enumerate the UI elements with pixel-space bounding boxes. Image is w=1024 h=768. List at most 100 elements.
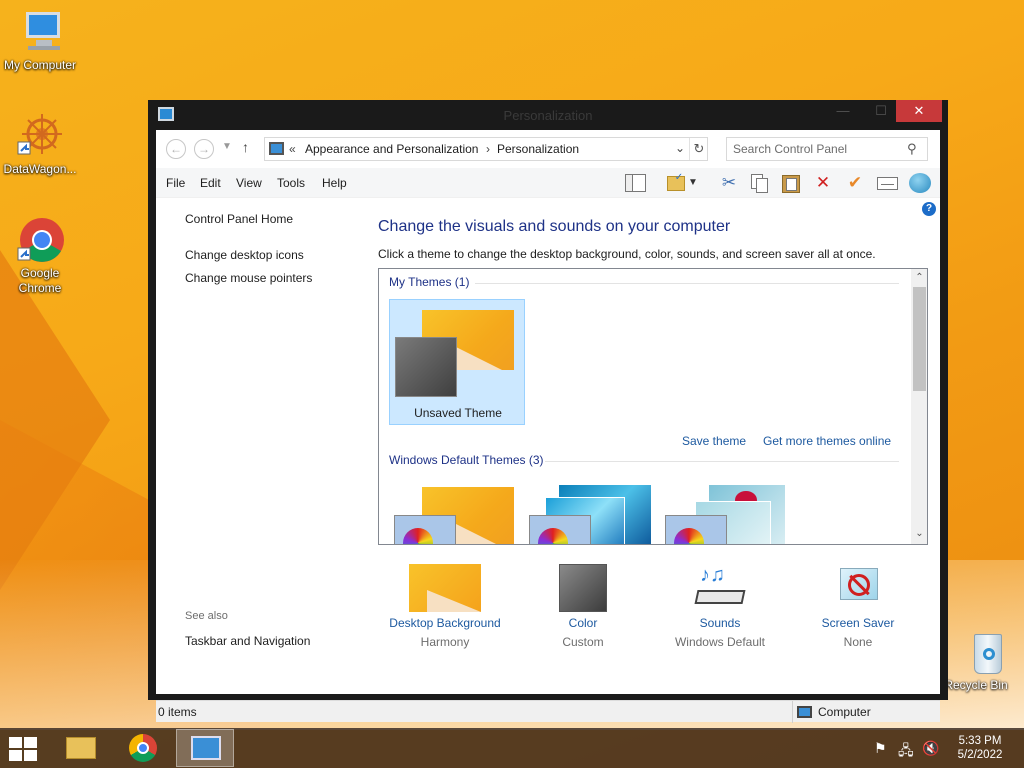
desktop-wallpaper-shape	[0, 250, 110, 590]
menu-edit[interactable]: Edit	[200, 176, 221, 190]
search-box[interactable]: ⚲	[726, 137, 928, 161]
up-button[interactable]: ↑	[242, 139, 249, 155]
breadcrumb-separator[interactable]: ›	[486, 142, 490, 156]
title-bar[interactable]: Personalization — ☐ ✕	[148, 100, 948, 130]
check-icon[interactable]: ✔	[842, 171, 868, 195]
control-panel-icon	[269, 142, 284, 155]
theme-tile-flowers[interactable]	[665, 485, 790, 544]
themes-list[interactable]: My Themes (1) Unsaved Theme Save theme G…	[378, 268, 928, 545]
cut-icon[interactable]: ✂	[716, 171, 742, 195]
folder-options-dropdown-icon[interactable]: ▼	[686, 171, 700, 195]
color-link[interactable]: Color	[518, 616, 648, 630]
datawagon-icon	[16, 112, 64, 160]
chrome-icon	[16, 216, 64, 264]
search-input[interactable]	[733, 142, 903, 156]
window-client-area: ← → ▼ ↑ « Appearance and Personalization…	[156, 130, 940, 723]
color-setting[interactable]: Color Custom	[518, 564, 648, 649]
scroll-down-icon[interactable]: ⌄	[911, 528, 927, 539]
link-control-panel-home[interactable]: Control Panel Home	[185, 212, 293, 226]
menu-help[interactable]: Help	[322, 176, 347, 190]
back-button[interactable]: ←	[166, 139, 186, 159]
volume-muted-icon[interactable]: 🔇	[922, 740, 939, 757]
refresh-button[interactable]: ↻	[689, 138, 708, 160]
status-bar: 0 items Computer	[156, 700, 940, 723]
screen-saver-link[interactable]: Screen Saver	[793, 616, 923, 630]
color-value: Custom	[562, 635, 604, 649]
desktop-icon-google-chrome[interactable]: Google Chrome	[0, 216, 80, 296]
address-row: ← → ▼ ↑ « Appearance and Personalization…	[156, 130, 940, 168]
sounds-setting[interactable]: ♪♫ Sounds Windows Default	[655, 564, 785, 649]
globe-icon[interactable]	[906, 171, 932, 195]
system-clock[interactable]: 5:33 PM 5/2/2022	[948, 734, 1012, 762]
computer-icon	[797, 706, 812, 718]
left-navigation-pane: Control Panel Home Change desktop icons …	[156, 198, 366, 666]
taskbar-control-panel[interactable]	[176, 729, 234, 767]
desktop-background-link[interactable]: Desktop Background	[380, 616, 510, 630]
desktop-icon-my-computer[interactable]: My Computer	[0, 8, 80, 73]
section-divider	[545, 461, 899, 462]
computer-icon	[16, 8, 64, 56]
theme-settings-bar: Desktop Background Harmony Color Custom …	[378, 564, 928, 664]
breadcrumb-overflow[interactable]: «	[289, 142, 296, 156]
menu-tools[interactable]: Tools	[277, 176, 305, 190]
paste-icon[interactable]	[778, 171, 804, 195]
theme-tile-lines-colors[interactable]	[529, 485, 654, 544]
sounds-icon: ♪♫	[692, 564, 748, 612]
taskbar-chrome[interactable]	[114, 729, 172, 767]
breadcrumb-personalization[interactable]: Personalization	[497, 142, 579, 156]
search-icon[interactable]: ⚲	[907, 141, 917, 157]
desktop-background-setting[interactable]: Desktop Background Harmony	[380, 564, 510, 649]
scrollbar-thumb[interactable]	[913, 287, 926, 391]
properties-icon[interactable]	[874, 171, 900, 195]
screen-saver-icon	[834, 564, 882, 612]
address-dropdown-icon[interactable]: ⌄	[675, 141, 685, 155]
color-swatch-icon	[559, 564, 607, 612]
see-also-heading: See also	[185, 610, 228, 622]
section-divider	[475, 283, 899, 284]
theme-tile-unsaved[interactable]: Unsaved Theme	[389, 299, 525, 425]
link-taskbar-navigation[interactable]: Taskbar and Navigation	[185, 634, 310, 648]
status-zone-label: Computer	[818, 705, 871, 719]
menu-view[interactable]: View	[236, 176, 262, 190]
theme-tile-label: Unsaved Theme	[414, 406, 502, 420]
recent-locations-button[interactable]: ▼	[222, 141, 232, 152]
network-icon[interactable]: 🖧	[898, 740, 914, 764]
item-count: 0 items	[158, 705, 197, 719]
desktop-background-value: Harmony	[420, 635, 470, 649]
address-bar[interactable]: « Appearance and Personalization › Perso…	[264, 137, 708, 161]
desktop-background-icon	[409, 564, 481, 612]
forward-button[interactable]: →	[194, 139, 214, 159]
link-change-desktop-icons[interactable]: Change desktop icons	[185, 248, 304, 262]
desktop-icon-label: My Computer	[3, 58, 77, 72]
clock-date: 5/2/2022	[957, 749, 1003, 761]
page-description: Click a theme to change the desktop back…	[378, 247, 876, 261]
get-more-themes-link[interactable]: Get more themes online	[763, 434, 891, 448]
screen-saver-setting[interactable]: Screen Saver None	[793, 564, 923, 649]
sounds-value: Windows Default	[674, 635, 766, 649]
layout-icon[interactable]	[622, 171, 648, 195]
taskbar: ⚑ 🖧 🔇 5:33 PM 5/2/2022	[0, 728, 1024, 768]
desktop-icon-label: Google Chrome	[18, 266, 62, 295]
scroll-up-icon[interactable]: ⌃	[911, 272, 927, 283]
page-heading: Change the visuals and sounds on your co…	[378, 218, 731, 235]
recycle-bin-icon	[952, 628, 1002, 676]
save-theme-link[interactable]: Save theme	[682, 434, 746, 448]
start-button[interactable]	[8, 736, 38, 761]
main-content: Change the visuals and sounds on your co…	[378, 198, 940, 666]
taskbar-file-explorer[interactable]	[52, 729, 110, 767]
theme-tile-windows[interactable]	[394, 487, 519, 544]
action-center-flag-icon[interactable]: ⚑	[874, 740, 887, 757]
desktop-icon-datawagon[interactable]: DataWagon...	[0, 112, 80, 177]
breadcrumb-appearance[interactable]: Appearance and Personalization	[305, 142, 478, 156]
status-zone: Computer	[792, 701, 940, 723]
copy-icon[interactable]	[746, 171, 772, 195]
desktop-icon-recycle-bin[interactable]: Recycle Bin	[936, 628, 1016, 693]
close-button[interactable]: ✕	[896, 100, 942, 122]
link-change-mouse-pointers[interactable]: Change mouse pointers	[185, 271, 312, 285]
delete-icon[interactable]: ✕	[810, 171, 836, 195]
chrome-icon	[129, 734, 157, 762]
sounds-link[interactable]: Sounds	[655, 616, 785, 630]
themes-scrollbar[interactable]: ⌃ ⌄	[911, 269, 927, 544]
default-themes-heading: Windows Default Themes (3)	[389, 453, 544, 467]
menu-file[interactable]: File	[166, 176, 185, 190]
